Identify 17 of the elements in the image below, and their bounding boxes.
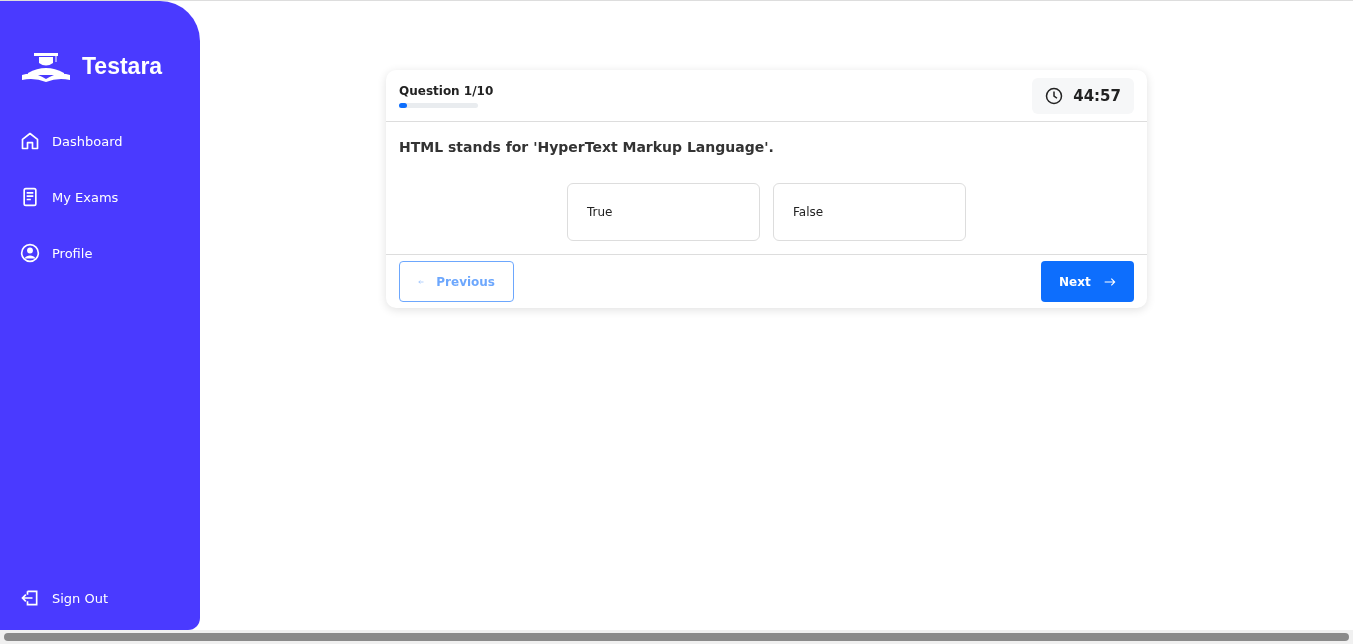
question-text: HTML stands for 'HyperText Markup Language'.: [398, 138, 775, 155]
home-icon: [20, 131, 40, 151]
answer-option[interactable]: True: [567, 183, 760, 241]
sign-out-icon: [20, 588, 40, 608]
timer-text: 44:57: [1073, 87, 1121, 105]
answer-option[interactable]: False: [773, 183, 966, 241]
horizontal-scrollbar[interactable]: [0, 630, 1353, 644]
brand-name: Testara: [82, 52, 163, 80]
nav-item[interactable]: Profile: [0, 241, 200, 265]
next-button[interactable]: Next: [1041, 261, 1134, 302]
nav-item[interactable]: My Exams: [0, 185, 200, 209]
document-icon: [20, 187, 40, 207]
sign-out-link[interactable]: Sign Out: [0, 586, 200, 610]
question-counter: Question 1/10: [399, 84, 494, 98]
user-icon: [20, 243, 40, 263]
nav-item[interactable]: Dashboard: [0, 129, 200, 153]
clock-icon: [1045, 87, 1064, 105]
